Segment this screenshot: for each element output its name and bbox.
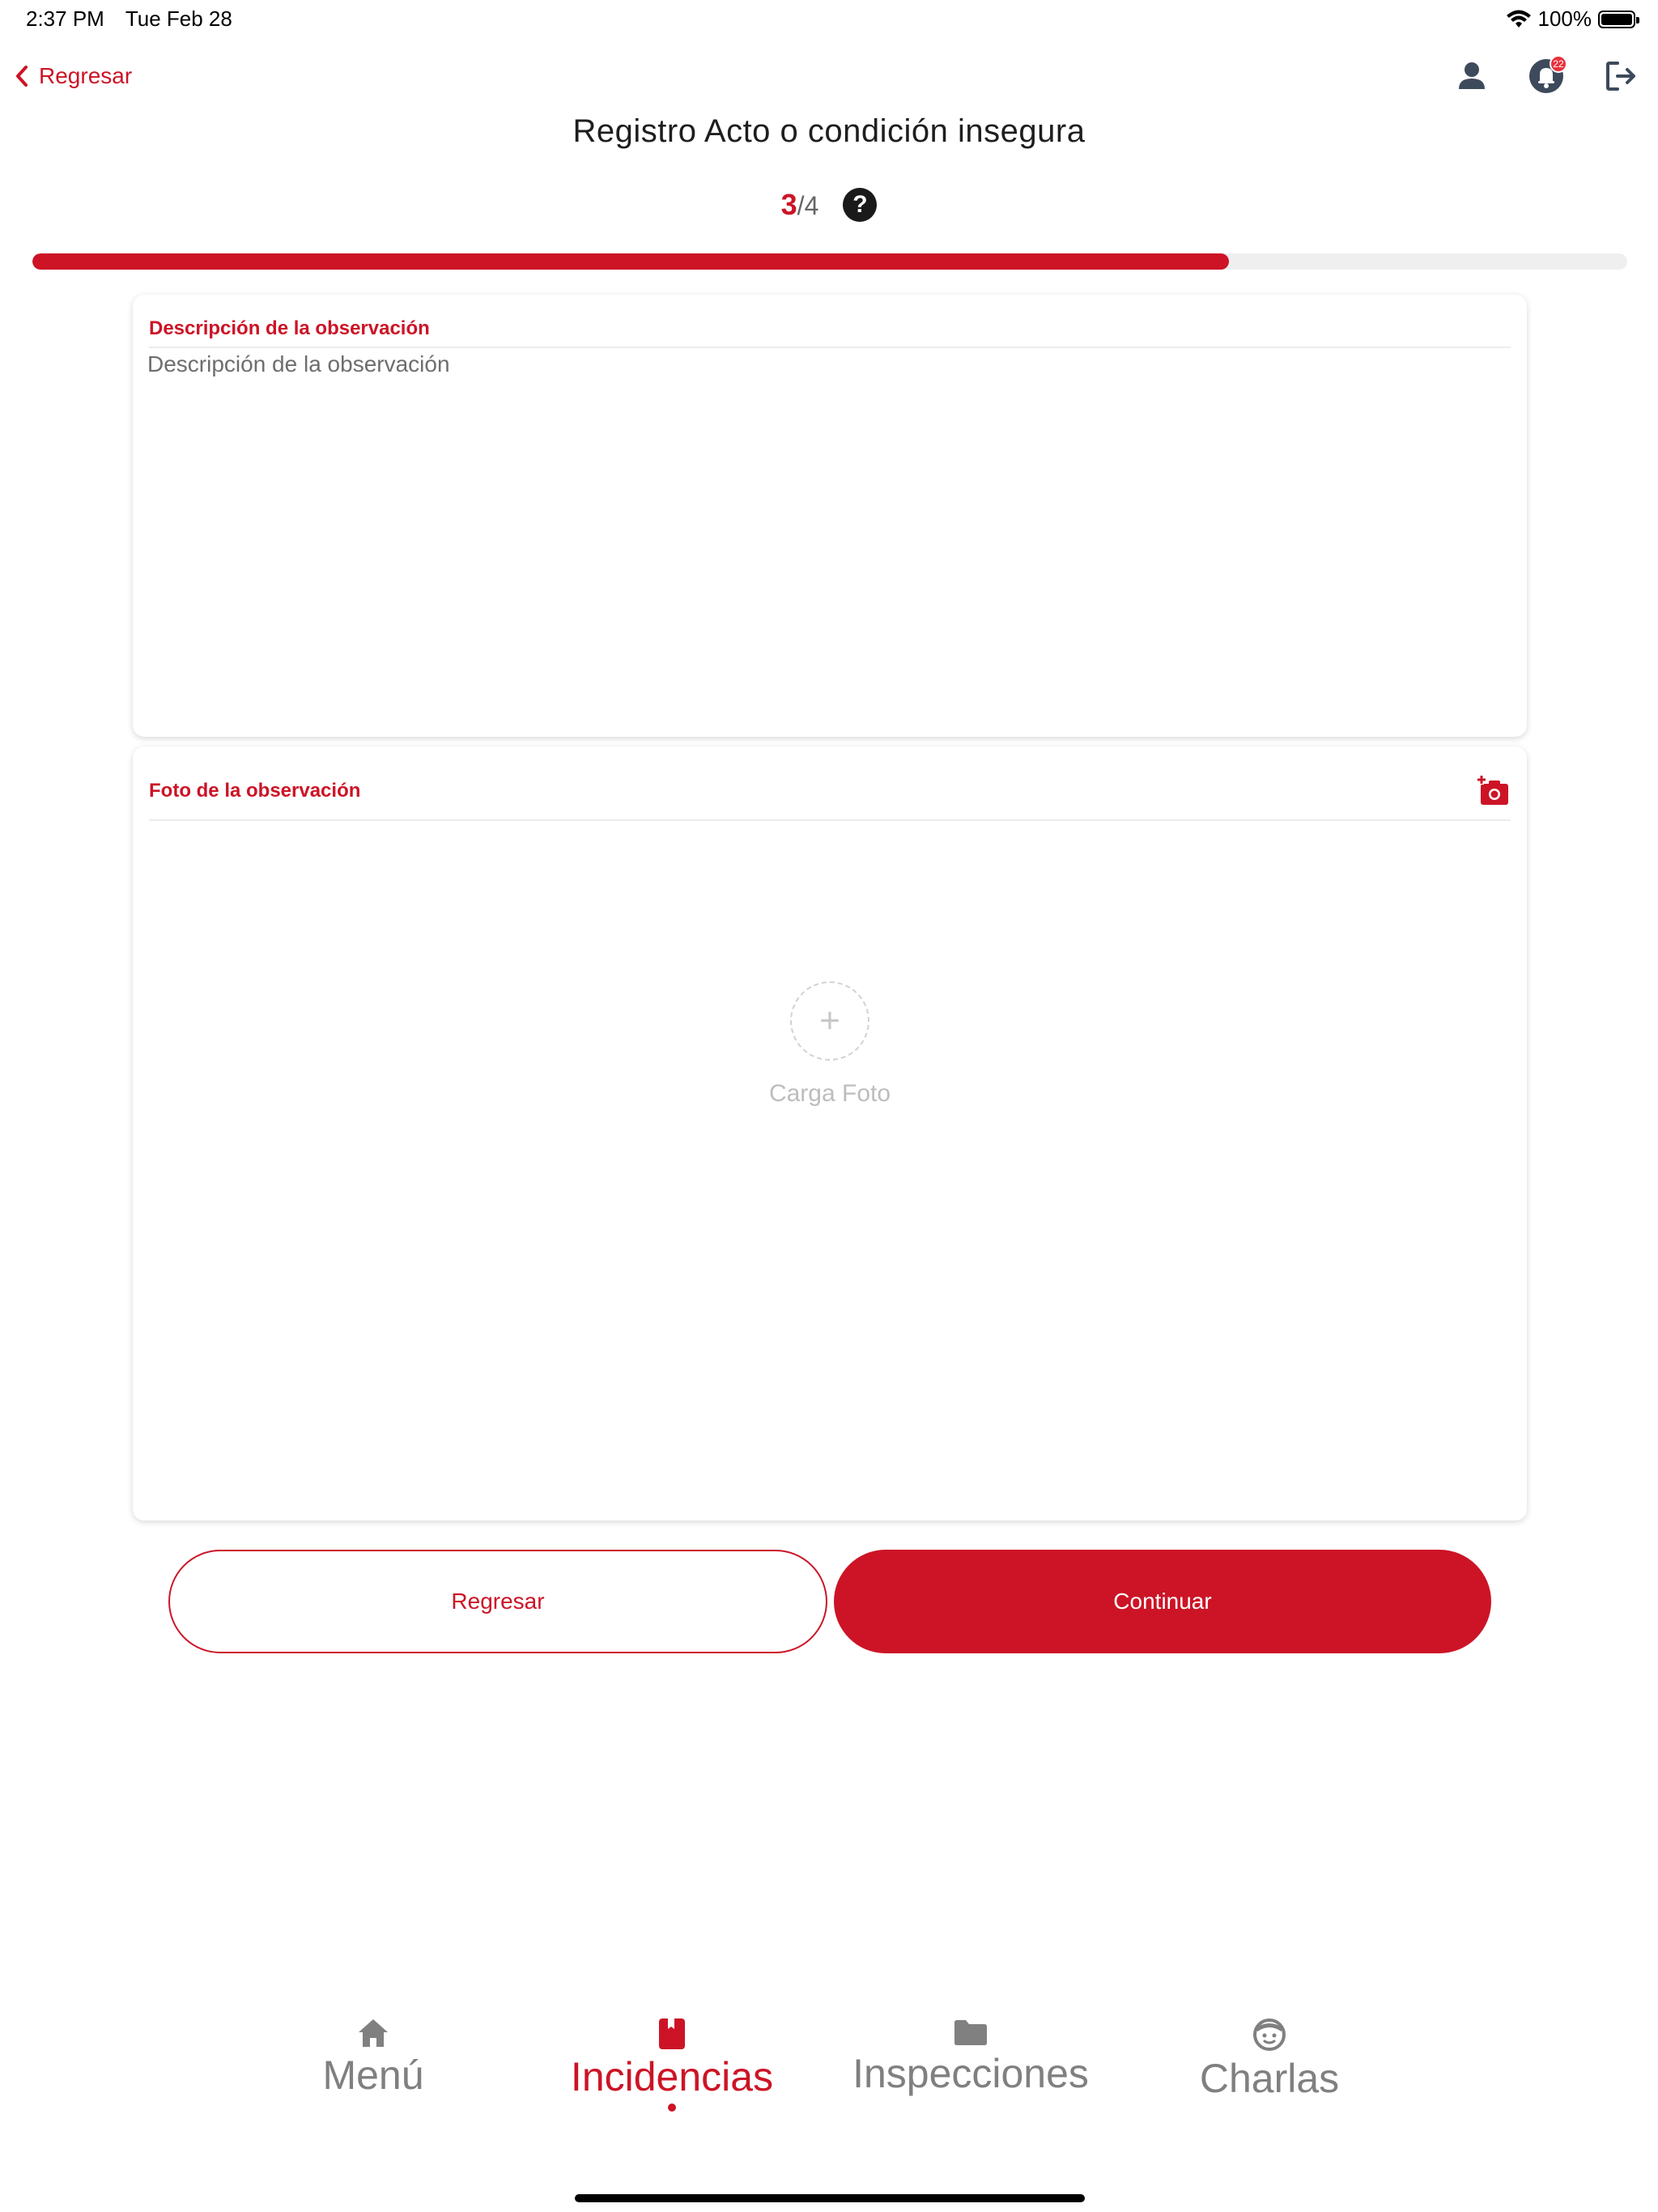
logout-button[interactable] xyxy=(1601,57,1640,96)
plus-icon: + xyxy=(789,981,869,1061)
tab-incidencias[interactable]: Incidencias xyxy=(522,2018,822,2112)
continue-button[interactable]: Continuar xyxy=(834,1550,1491,1653)
active-tab-indicator xyxy=(668,2104,676,2112)
status-bar-right: 100% xyxy=(1506,6,1639,32)
tab-incidencias-label: Incidencias xyxy=(570,2054,774,2099)
progress-fill xyxy=(32,253,1229,270)
step-total: /4 xyxy=(797,191,819,220)
logout-icon xyxy=(1606,62,1635,91)
user-icon xyxy=(1459,62,1485,89)
battery-icon xyxy=(1598,10,1639,28)
header-back-link[interactable]: Regresar xyxy=(15,63,132,89)
battery-percentage: 100% xyxy=(1537,6,1592,31)
notification-badge: 22 xyxy=(1550,55,1567,73)
step-current: 3 xyxy=(780,188,797,221)
description-card-title: Descripción de la observación xyxy=(149,317,430,339)
status-bar-left: 2:37 PM Tue Feb 28 xyxy=(26,6,232,32)
photo-card: Foto de la observación + Carga Foto xyxy=(133,747,1527,1521)
upload-label: Carga Foto xyxy=(768,1080,891,1107)
wifi-icon xyxy=(1506,10,1531,28)
progress-bar xyxy=(32,253,1627,270)
folder-icon xyxy=(954,2020,987,2045)
tab-charlas-label: Charlas xyxy=(1199,2056,1340,2101)
step-counter: 3/4 xyxy=(781,188,819,222)
tab-menu[interactable]: Menú xyxy=(223,2018,523,2099)
tab-menu-label: Menú xyxy=(322,2052,424,2098)
notifications-button[interactable]: 22 xyxy=(1527,55,1567,96)
step-indicator: 3/4 ? xyxy=(0,188,1658,222)
back-button[interactable]: Regresar xyxy=(168,1550,827,1653)
status-time: 2:37 PM xyxy=(26,6,104,31)
chevron-left-icon xyxy=(16,66,28,87)
incident-icon xyxy=(659,2018,685,2049)
description-card: Descripción de la observación xyxy=(133,295,1527,737)
photo-card-title: Foto de la observación xyxy=(149,780,361,802)
user-profile-button[interactable] xyxy=(1452,57,1491,96)
description-input[interactable] xyxy=(146,350,1511,721)
home-indicator[interactable] xyxy=(575,2194,1085,2202)
add-photo-icon[interactable] xyxy=(1477,775,1511,807)
help-icon[interactable]: ? xyxy=(843,188,878,222)
status-date: Tue Feb 28 xyxy=(125,6,232,31)
tab-inspecciones-label: Inspecciones xyxy=(852,2051,1089,2096)
photo-card-header: Foto de la observación xyxy=(149,763,1511,821)
tab-charlas[interactable]: Charlas xyxy=(1120,2018,1419,2102)
tab-inspecciones[interactable]: Inspecciones xyxy=(821,2018,1120,2097)
photo-upload-area[interactable]: + Carga Foto xyxy=(769,981,891,1108)
home-icon xyxy=(359,2019,388,2047)
header-actions: 22 xyxy=(1452,55,1640,96)
header-back-label: Regresar xyxy=(39,63,133,88)
description-card-header: Descripción de la observación xyxy=(149,311,1511,348)
page-title: Registro Acto o condición insegura xyxy=(572,113,1086,149)
face-icon xyxy=(1253,2018,1286,2051)
